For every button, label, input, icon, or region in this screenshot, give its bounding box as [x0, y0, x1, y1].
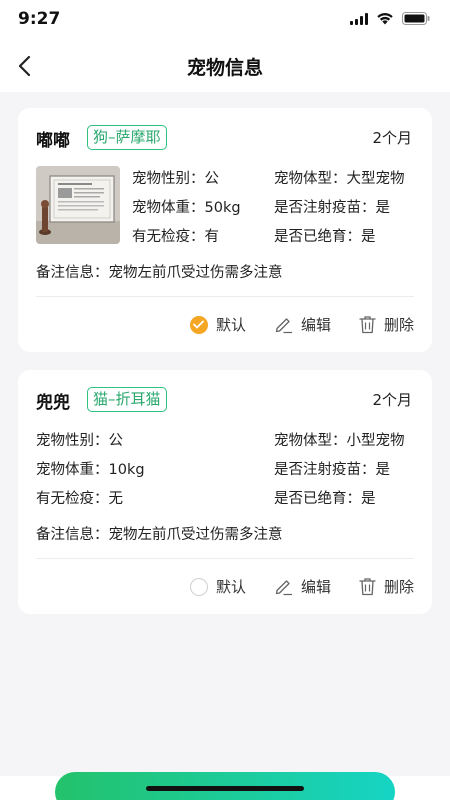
delete-button[interactable]: 删除 — [359, 314, 414, 335]
breed-tag: 狗–萨摩耶 — [87, 125, 167, 150]
vaccine-field: 是否注射疫苗：是 — [274, 200, 390, 216]
vaccine-field: 是否注射疫苗：是 — [274, 462, 390, 478]
wifi-icon — [376, 12, 394, 25]
pet-card: 嘟嘟 狗–萨摩耶 2个月 宠物性别：公 宠物体型：大型宠物 宠物体重：50kg … — [18, 108, 432, 352]
trash-icon — [359, 578, 376, 596]
certificate-photo-image — [36, 166, 120, 244]
pet-photo[interactable] — [36, 166, 120, 244]
weight-field: 宠物体重：50kg — [132, 200, 241, 216]
trash-icon — [359, 316, 376, 334]
remark-text: 备注信息：宠物左前爪受过伤需多注意 — [36, 527, 283, 543]
size-field: 宠物体型：小型宠物 — [274, 433, 405, 449]
battery-icon — [402, 12, 430, 25]
edit-pencil-icon — [275, 318, 293, 334]
default-label: 默认 — [215, 578, 246, 596]
edit-label: 编辑 — [300, 578, 331, 596]
status-bar: 9:27 — [0, 0, 450, 40]
pet-info-screen: 9:27 宠物信息 嘟嘟 狗–萨摩耶 2个月 宠物性别：公 宠物体型：大型宠物 … — [0, 0, 450, 800]
divider — [36, 296, 414, 297]
size-field: 宠物体型：大型宠物 — [274, 171, 405, 187]
quarantine-field: 有无检疫：无 — [36, 491, 123, 507]
default-label: 默认 — [215, 316, 246, 334]
set-default-button[interactable]: 默认 — [189, 314, 246, 335]
nav-header: 宠物信息 — [0, 40, 450, 92]
home-indicator — [146, 786, 304, 791]
status-icons — [350, 12, 430, 25]
pet-name: 嘟嘟 — [36, 131, 70, 151]
signal-icon — [350, 12, 368, 25]
quarantine-field: 有无检疫：有 — [132, 229, 219, 245]
pet-card: 兜兜 猫–折耳猫 2个月 宠物性别：公 宠物体型：小型宠物 宠物体重：10kg … — [18, 370, 432, 614]
delete-label: 删除 — [383, 578, 414, 596]
pet-name: 兜兜 — [36, 393, 70, 413]
pet-age: 2个月 — [372, 391, 412, 409]
edit-button[interactable]: 编辑 — [274, 314, 331, 335]
page-title: 宠物信息 — [186, 57, 263, 79]
delete-button[interactable]: 删除 — [359, 576, 414, 597]
set-default-button[interactable]: 默认 — [189, 576, 246, 597]
breed-tag: 猫–折耳猫 — [87, 387, 167, 412]
checked-radio-icon — [189, 315, 208, 334]
pet-age: 2个月 — [372, 129, 412, 147]
gender-field: 宠物性别：公 — [36, 433, 123, 449]
remark-text: 备注信息：宠物左前爪受过伤需多注意 — [36, 265, 283, 281]
delete-label: 删除 — [383, 316, 414, 334]
card-actions: 默认 编辑 删除 — [189, 576, 414, 597]
divider — [36, 558, 414, 559]
status-time: 9:27 — [18, 9, 61, 29]
weight-field: 宠物体重：10kg — [36, 462, 145, 478]
gender-field: 宠物性别：公 — [132, 171, 219, 187]
edit-label: 编辑 — [300, 316, 331, 334]
sterilized-field: 是否已绝育：是 — [274, 229, 376, 245]
sterilized-field: 是否已绝育：是 — [274, 491, 376, 507]
unchecked-radio-icon — [189, 577, 208, 596]
card-actions: 默认 编辑 删除 — [189, 314, 414, 335]
edit-pencil-icon — [275, 580, 293, 596]
edit-button[interactable]: 编辑 — [274, 576, 331, 597]
